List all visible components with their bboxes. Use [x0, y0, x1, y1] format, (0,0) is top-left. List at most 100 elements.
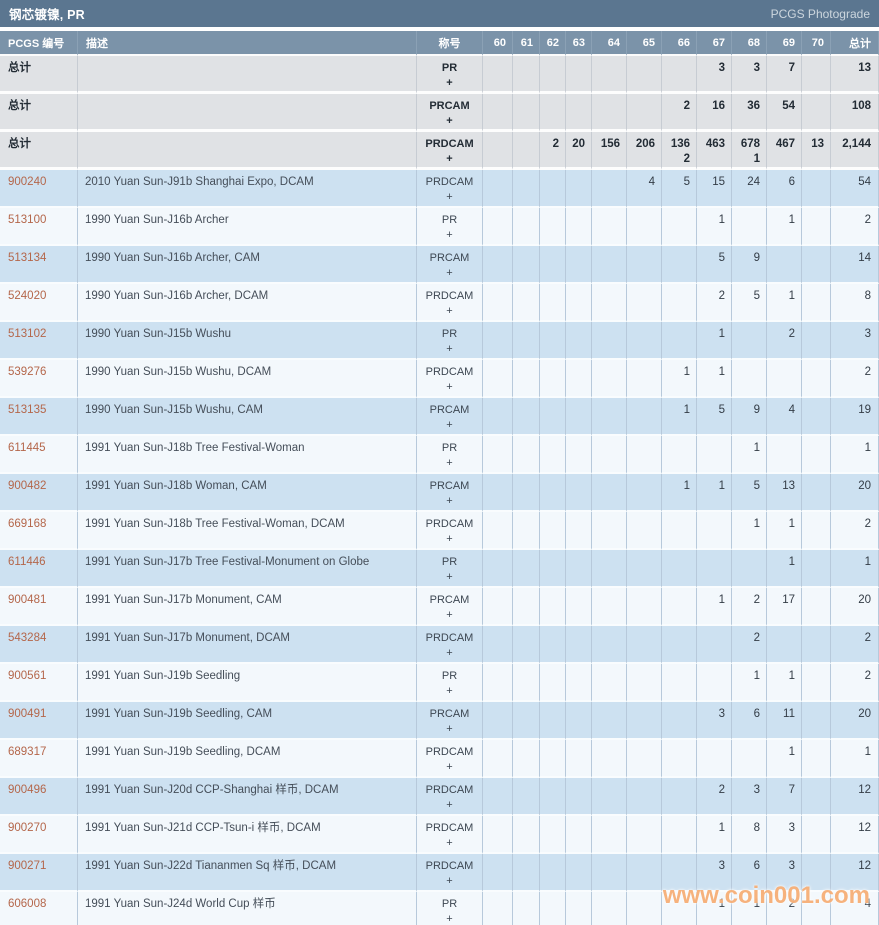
- grade-cell-66: [662, 778, 697, 816]
- grade-cell-61: [513, 664, 540, 702]
- column-header-63: 63: [566, 31, 592, 56]
- table-row: 513100 1990 Yuan Sun-J16b Archer PR + 1 …: [0, 208, 879, 246]
- grade-cell-68: 8: [732, 816, 767, 854]
- pcgs-number-link[interactable]: 606008: [8, 898, 46, 910]
- designation-label: PRCAM: [417, 593, 482, 608]
- grade-cell-68: 36: [732, 94, 767, 132]
- pcgs-number-link[interactable]: 513134: [8, 252, 46, 264]
- grade-cell-63: [566, 436, 592, 474]
- pcgs-number-link[interactable]: 513100: [8, 214, 46, 226]
- pcgs-number-link[interactable]: 543284: [8, 632, 46, 644]
- grade-cell-63: [566, 284, 592, 322]
- pcgs-number-link[interactable]: 669168: [8, 518, 46, 530]
- grade-cell-65: [627, 664, 662, 702]
- grade-cell-63: [566, 94, 592, 132]
- grade-cell-66: [662, 322, 697, 360]
- pcgs-number-link[interactable]: 513135: [8, 404, 46, 416]
- grade-cell-60: [483, 778, 513, 816]
- pcgs-number-link[interactable]: 900240: [8, 176, 46, 188]
- photograde-link[interactable]: PCGS Photograde: [771, 7, 870, 21]
- grade-cell-60: [483, 208, 513, 246]
- pcgs-number-link[interactable]: 900482: [8, 480, 46, 492]
- column-header-total: 总计: [831, 31, 879, 56]
- grade-cell-62: 2: [540, 132, 566, 170]
- designation-label: PR: [417, 61, 482, 76]
- grade-cell-70: [802, 512, 831, 550]
- designation-label: PRDCAM: [417, 137, 482, 152]
- pcgs-number-link[interactable]: 611445: [8, 442, 46, 454]
- grade-cell-69: 11: [767, 702, 802, 740]
- grade-cell-63: [566, 398, 592, 436]
- grade-cell-67: [697, 664, 732, 702]
- grade-cell-63: [566, 512, 592, 550]
- designation-plus: +: [417, 684, 482, 699]
- grade-cell-70: [802, 94, 831, 132]
- grade-cell-64: [592, 816, 627, 854]
- pcgs-number-link[interactable]: 689317: [8, 746, 46, 758]
- designation-label: PRCAM: [417, 99, 482, 114]
- grade-cell-70: [802, 436, 831, 474]
- grade-cell-62: [540, 816, 566, 854]
- grade-cell-67: [697, 512, 732, 550]
- designation-cell: PR +: [417, 664, 483, 702]
- grade-cell-63: [566, 360, 592, 398]
- grade-cell-64: [592, 284, 627, 322]
- grade-cell-total: 20: [831, 588, 879, 626]
- grade-cell-70: [802, 284, 831, 322]
- designation-label: PRDCAM: [417, 859, 482, 874]
- designation-label: PRDCAM: [417, 631, 482, 646]
- table-row: 900271 1991 Yuan Sun-J22d Tiananmen Sq 样…: [0, 854, 879, 892]
- coin-description: 1991 Yuan Sun-J17b Monument, CAM: [85, 594, 282, 606]
- coin-description: 1991 Yuan Sun-J20d CCP-Shanghai 样币, DCAM: [85, 784, 339, 796]
- pcgs-number-link[interactable]: 900271: [8, 860, 46, 872]
- grade-cell-63: [566, 778, 592, 816]
- grade-cell-63: [566, 588, 592, 626]
- grade-cell-60: [483, 398, 513, 436]
- pcgs-number-link[interactable]: 513102: [8, 328, 46, 340]
- pcgs-number-link[interactable]: 524020: [8, 290, 46, 302]
- column-header-row: PCGS 编号 描述 称号 60 61 62 63 64 65 66 67 68…: [0, 31, 879, 56]
- pcgs-number-link[interactable]: 611446: [8, 556, 46, 568]
- grade-cell-70: [802, 854, 831, 892]
- grade-cell-63: [566, 626, 592, 664]
- grade-cell-62: [540, 170, 566, 208]
- pcgs-number-link[interactable]: 900491: [8, 708, 46, 720]
- grade-cell-61: [513, 246, 540, 284]
- pcgs-number-link[interactable]: 900561: [8, 670, 46, 682]
- grade-cell-66: [662, 246, 697, 284]
- table-row: 669168 1991 Yuan Sun-J18b Tree Festival-…: [0, 512, 879, 550]
- grade-cell-65: [627, 854, 662, 892]
- grade-cell-69: 6: [767, 170, 802, 208]
- coin-description: 1990 Yuan Sun-J16b Archer, CAM: [85, 252, 260, 264]
- designation-plus: +: [417, 266, 482, 281]
- grade-cell-total: 4: [831, 892, 879, 925]
- table-row: 543284 1991 Yuan Sun-J17b Monument, DCAM…: [0, 626, 879, 664]
- table-row: 611446 1991 Yuan Sun-J17b Tree Festival-…: [0, 550, 879, 588]
- grade-cell-63: 20: [566, 132, 592, 170]
- column-header-65: 65: [627, 31, 662, 56]
- grade-cell-68: 5: [732, 284, 767, 322]
- table-row: 611445 1991 Yuan Sun-J18b Tree Festival-…: [0, 436, 879, 474]
- table-row: 900482 1991 Yuan Sun-J18b Woman, CAM PRC…: [0, 474, 879, 512]
- grade-cell-60: [483, 94, 513, 132]
- grade-cell-68: 2: [732, 626, 767, 664]
- grade-cell-67: 5: [697, 246, 732, 284]
- grade-cell-66: [662, 208, 697, 246]
- table-row: 606008 1991 Yuan Sun-J24d World Cup 样币 P…: [0, 892, 879, 925]
- grade-cell-69: 7: [767, 56, 802, 94]
- grade-cell-69: 1: [767, 550, 802, 588]
- grade-cell-65: [627, 740, 662, 778]
- grade-cell-67: [697, 626, 732, 664]
- pcgs-number-link[interactable]: 900481: [8, 594, 46, 606]
- grade-cell-61: [513, 816, 540, 854]
- grade-cell-66: 1: [662, 360, 697, 398]
- grade-cell-60: [483, 854, 513, 892]
- coin-description: 1991 Yuan Sun-J24d World Cup 样币: [85, 898, 276, 910]
- grade-cell-64: [592, 398, 627, 436]
- grade-cell-63: [566, 702, 592, 740]
- pcgs-number-link[interactable]: 900496: [8, 784, 46, 796]
- pcgs-number-link[interactable]: 900270: [8, 822, 46, 834]
- grade-cell-69: 1: [767, 664, 802, 702]
- designation-label: PR: [417, 327, 482, 342]
- pcgs-number-link[interactable]: 539276: [8, 366, 46, 378]
